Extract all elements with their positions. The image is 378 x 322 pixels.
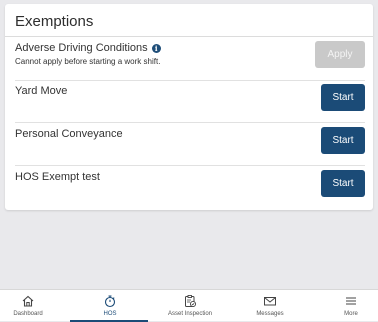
- info-icon[interactable]: i: [151, 43, 161, 53]
- exemption-label: HOS Exempt test: [15, 171, 100, 183]
- nav-dashboard[interactable]: Dashboard: [8, 290, 48, 322]
- nav-more[interactable]: More: [336, 290, 366, 322]
- nav-messages[interactable]: Messages: [250, 290, 290, 322]
- start-button-personal-conveyance[interactable]: Start: [321, 127, 365, 154]
- envelope-icon: [264, 297, 276, 306]
- clipboard-check-icon: [185, 295, 197, 308]
- nav-label: More: [344, 311, 358, 317]
- nav-hos[interactable]: HOS: [90, 290, 130, 322]
- stopwatch-icon: [104, 295, 116, 308]
- exemptions-card: Exemptions Adverse Driving Conditions i …: [5, 4, 373, 210]
- bottom-nav: Dashboard HOS Asset Inspection Messages: [0, 289, 378, 322]
- exemption-row-adverse-driving: Adverse Driving Conditions i Cannot appl…: [15, 40, 365, 81]
- nav-label: HOS: [103, 311, 117, 317]
- exemption-row-yard-move: Yard Move Start: [15, 81, 365, 124]
- nav-label: Asset Inspection: [167, 311, 213, 317]
- exemption-row-personal-conveyance: Personal Conveyance Start: [15, 123, 365, 166]
- exemption-label: Yard Move: [15, 85, 68, 97]
- nav-label: Dashboard: [13, 311, 43, 317]
- nav-asset-inspection[interactable]: Asset Inspection: [160, 290, 220, 322]
- start-button-hos-exempt-test[interactable]: Start: [321, 170, 365, 197]
- nav-label: Messages: [256, 311, 284, 317]
- divider: [5, 36, 373, 37]
- start-button-yard-move[interactable]: Start: [321, 84, 365, 111]
- exemption-sublabel: Cannot apply before starting a work shif…: [15, 57, 161, 66]
- home-icon: [22, 295, 34, 307]
- exemption-label: Adverse Driving Conditions: [15, 42, 148, 54]
- exemption-label: Personal Conveyance: [15, 128, 123, 140]
- row-label-container: Adverse Driving Conditions i: [15, 42, 161, 54]
- card-title: Exemptions: [15, 13, 94, 30]
- apply-button[interactable]: Apply: [315, 41, 365, 68]
- menu-icon: [346, 297, 356, 305]
- exemption-row-hos-exempt-test: HOS Exempt test Start: [15, 166, 365, 206]
